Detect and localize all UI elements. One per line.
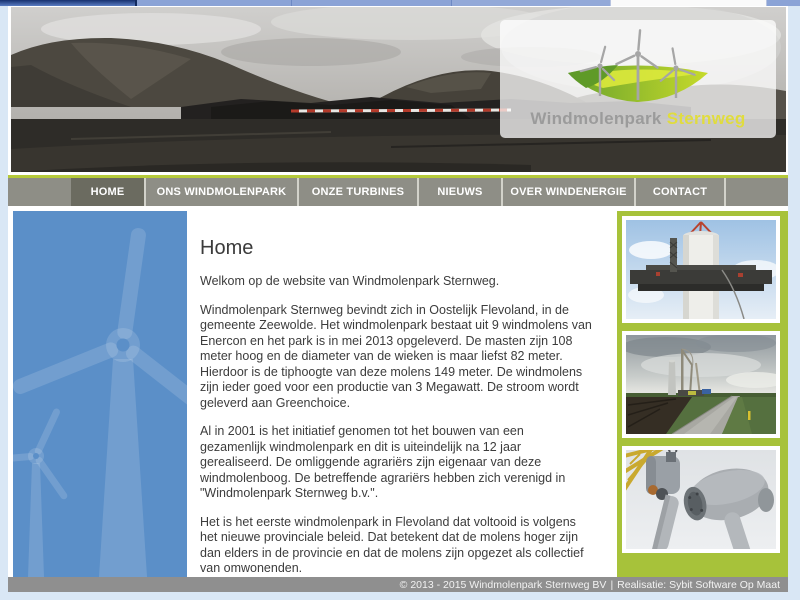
footer: © 2013 - 2015 Windmolenpark Sternweg BV … <box>8 577 788 592</box>
main-nav: HOME ONS WINDMOLENPARK ONZE TURBINES NIE… <box>8 178 788 206</box>
photo-landscape-crane <box>622 331 780 438</box>
logo-name-highlight: Sternweg <box>667 109 746 128</box>
paragraph: Windmolenpark Sternweg bevindt zich in O… <box>200 303 592 412</box>
nav-spacer <box>726 178 788 206</box>
wind-turbines-logo-icon <box>548 24 728 102</box>
logo-name-gray: Windmolenpark <box>530 109 661 128</box>
nav-spacer <box>8 178 71 206</box>
nav-item-home[interactable]: HOME <box>71 178 146 206</box>
logo-wordmark: Windmolenpark Sternweg <box>500 109 776 129</box>
header-photo: Windmolenpark Sternweg <box>11 7 786 172</box>
nav-item-contact[interactable]: CONTACT <box>636 178 726 206</box>
left-sidebar <box>13 211 187 577</box>
intro-paragraph: Welkom op de website van Windmolenpark S… <box>200 274 592 290</box>
paragraph: Het is het eerste windmolenpark in Flevo… <box>200 515 592 577</box>
site-logo[interactable]: Windmolenpark Sternweg <box>500 20 776 138</box>
nav-item-ons-windmolenpark[interactable]: ONS WINDMOLENPARK <box>146 178 299 206</box>
content-row: Home Welkom op de website van Windmolenp… <box>8 211 788 577</box>
page-container: Windmolenpark Sternweg HOME ONS WINDMOLE… <box>8 6 788 592</box>
photo-nacelle-parts <box>622 446 780 553</box>
main-content: Home Welkom op de website van Windmolenp… <box>187 211 617 577</box>
landscape-road-photo <box>626 335 776 434</box>
paragraph: Al in 2001 is het initiatief genomen tot… <box>200 424 592 502</box>
wind-turbine-watermark-icon <box>13 211 187 577</box>
nav-item-over-windenergie[interactable]: OVER WINDENERGIE <box>503 178 636 206</box>
turbine-tower-photo <box>626 220 776 319</box>
photo-turbine-construction <box>622 216 780 323</box>
nacelle-components-photo <box>626 450 776 549</box>
nav-item-onze-turbines[interactable]: ONZE TURBINES <box>299 178 419 206</box>
nav-item-nieuws[interactable]: NIEUWS <box>419 178 503 206</box>
footer-divider: | <box>610 579 613 591</box>
right-sidebar <box>617 211 788 577</box>
page-title: Home <box>200 237 592 260</box>
copyright-text: © 2013 - 2015 Windmolenpark Sternweg BV <box>400 579 607 591</box>
realisation-link[interactable]: Realisatie: Sybit Software Op Maat <box>617 579 780 591</box>
